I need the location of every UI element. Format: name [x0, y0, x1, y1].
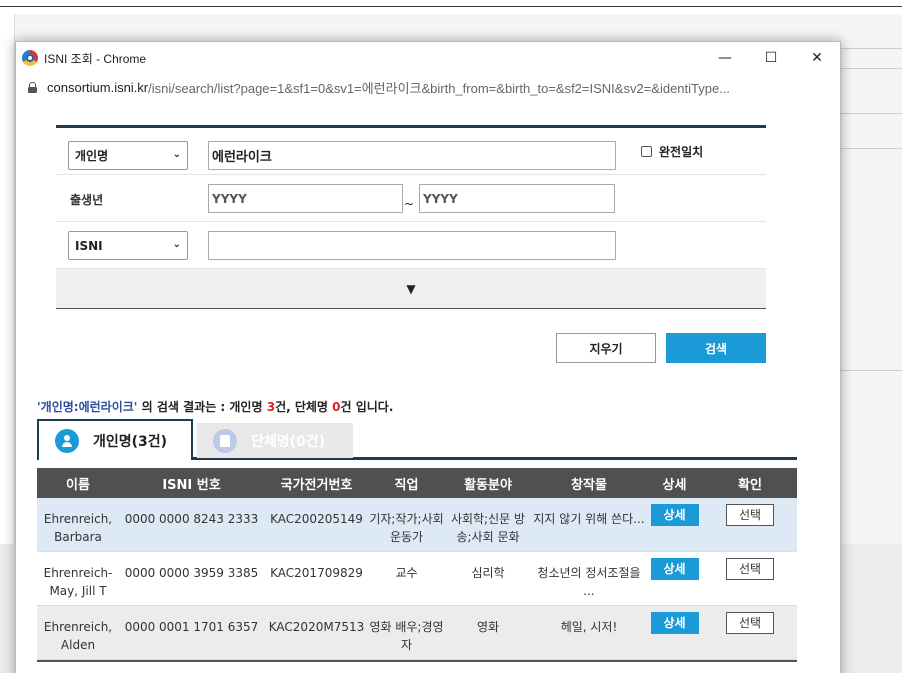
table-header: 이름 ISNI 번호 국가전거번호 직업 활동분야 창작물 상세 확인 — [37, 468, 797, 498]
background-top-line — [0, 6, 902, 7]
summary-text: 건, 단체명 — [275, 400, 333, 414]
tab-organization-label: 단체명(0건) — [251, 433, 326, 450]
exact-match-label: 완전일치 — [659, 145, 704, 159]
column-header: 직업 — [394, 477, 419, 493]
expand-arrow-icon: ▼ — [406, 281, 416, 296]
search-button[interactable]: 검색 — [666, 333, 766, 363]
detail-button[interactable]: 상세 — [650, 558, 699, 580]
background-divider — [840, 48, 902, 49]
cell-job: 기자;작가;사회 운동가 — [369, 512, 444, 544]
chevron-down-icon: ⌄ — [172, 149, 181, 160]
address-bar[interactable]: consortium.isni.kr/isni/search/list?page… — [16, 74, 840, 100]
cell-work: 지지 않기 위해 쓴다... — [533, 512, 645, 526]
background-divider — [840, 113, 902, 114]
url-host: consortium.isni.kr — [47, 79, 149, 95]
column-header: 확인 — [738, 477, 762, 493]
select-button[interactable]: 선택 — [726, 612, 774, 634]
maximize-button[interactable]: ☐ — [748, 42, 794, 74]
search-row-birth: 출생년 YYYY ~ YYYY — [56, 175, 766, 222]
cell-work: 헤일, 시저! — [560, 620, 618, 634]
summary-query: '개인명:에런라이크' — [37, 400, 138, 414]
table-row: Ehrenreich-May, Jill T 0000 0000 3959 33… — [37, 552, 797, 606]
building-icon — [213, 428, 237, 453]
tab-organization[interactable]: 단체명(0건) — [197, 423, 353, 458]
lock-icon — [28, 81, 37, 93]
tab-person[interactable]: 개인명(3건) — [37, 419, 193, 460]
minimize-button[interactable]: — — [702, 42, 748, 74]
field1-select[interactable]: 개인명 ⌄ — [68, 141, 188, 170]
summary-text: 건 입니다. — [340, 400, 394, 414]
cell-name: Ehrenreich, Barbara — [43, 512, 113, 544]
cell-isni: 0000 0001 1701 6357 — [124, 620, 259, 634]
field1-select-value: 개인명 — [75, 149, 109, 163]
background-divider — [840, 68, 902, 69]
field2-select[interactable]: ISNI ⌄ — [68, 231, 188, 260]
cell-job: 교수 — [395, 566, 418, 580]
range-tilde: ~ — [404, 197, 415, 211]
result-summary: '개인명:에런라이크' 의 검색 결과는 : 개인명 3건, 단체명 0건 입니… — [37, 398, 393, 415]
chrome-icon — [22, 50, 38, 66]
column-header: 국가전거번호 — [280, 477, 353, 493]
window-titlebar[interactable]: ISNI 조회 - Chrome — ☐ ✕ — [16, 42, 840, 74]
popup-window: ISNI 조회 - Chrome — ☐ ✕ consortium.isni.k… — [15, 41, 841, 673]
cell-work: 청소년의 정서조절을 ... — [537, 566, 641, 598]
table-row: Ehrenreich, Barbara 0000 0000 8243 2333 … — [37, 498, 797, 552]
window-title: ISNI 조회 - Chrome — [44, 51, 147, 66]
person-icon — [55, 428, 79, 453]
background-divider — [840, 370, 902, 371]
cell-field: 심리학 — [471, 566, 505, 580]
search-form: 개인명 ⌄ 에런라이크 완전일치 출생년 YYYY ~ YYYY ISNI ⌄ … — [56, 125, 766, 309]
field2-input[interactable] — [208, 231, 616, 260]
column-header: 활동분야 — [464, 477, 512, 493]
detail-button[interactable]: 상세 — [650, 612, 699, 634]
results-table: 이름 ISNI 번호 국가전거번호 직업 활동분야 창작물 상세 확인 Ehre… — [37, 468, 797, 662]
cell-field: 영화 — [476, 620, 500, 634]
cell-kac: KAC200205149 — [270, 512, 363, 526]
result-tabs: 개인명(3건) 단체명(0건) — [37, 419, 797, 460]
exact-match-checkbox[interactable]: 완전일치 — [641, 143, 703, 160]
select-button[interactable]: 선택 — [726, 504, 774, 526]
url-path: /isni/search/list?page=1&sf1=0&sv1=에런라이크… — [148, 80, 731, 96]
birth-year-label: 출생년 — [70, 193, 104, 207]
column-header: 창작물 — [571, 477, 607, 493]
field1-input[interactable]: 에런라이크 — [208, 141, 616, 170]
detail-button[interactable]: 상세 — [650, 504, 699, 526]
birth-from-input[interactable]: YYYY — [208, 184, 403, 213]
summary-text: 의 검색 결과는 : 개인명 — [137, 400, 267, 414]
summary-person-count: 3 — [266, 400, 276, 414]
search-row-isni: ISNI ⌄ — [56, 222, 766, 269]
birth-to-input[interactable]: YYYY — [419, 184, 615, 213]
cell-isni: 0000 0000 8243 2333 — [124, 512, 259, 526]
clear-button[interactable]: 지우기 — [556, 333, 656, 363]
background-divider — [840, 148, 902, 149]
table-row: Ehrenreich, Alden 0000 0001 1701 6357 KA… — [37, 606, 797, 660]
search-row-name: 개인명 ⌄ 에런라이크 완전일치 — [56, 128, 766, 175]
cell-kac: KAC201709829 — [270, 566, 363, 580]
cell-field: 사회학;신문 방송;사회 문화 — [450, 512, 526, 544]
cell-isni: 0000 0000 3959 3385 — [124, 566, 259, 580]
cell-name: Ehrenreich, Alden — [43, 620, 113, 652]
cell-name: Ehrenreich-May, Jill T — [43, 566, 113, 598]
select-button[interactable]: 선택 — [726, 558, 774, 580]
column-header: ISNI 번호 — [162, 477, 221, 493]
close-button[interactable]: ✕ — [794, 42, 840, 74]
field2-select-value: ISNI — [75, 238, 103, 253]
cell-job: 영화 배우;경영자 — [369, 620, 444, 652]
column-header: 이름 — [66, 477, 90, 493]
checkbox-icon — [641, 146, 652, 157]
tab-person-label: 개인명(3건) — [93, 433, 168, 450]
chevron-down-icon: ⌄ — [172, 239, 181, 250]
column-header: 상세 — [662, 477, 687, 493]
cell-kac: KAC2020M7513 — [268, 620, 365, 634]
expand-options-button[interactable]: ▼ — [56, 269, 766, 309]
summary-org-count: 0 — [332, 400, 341, 414]
